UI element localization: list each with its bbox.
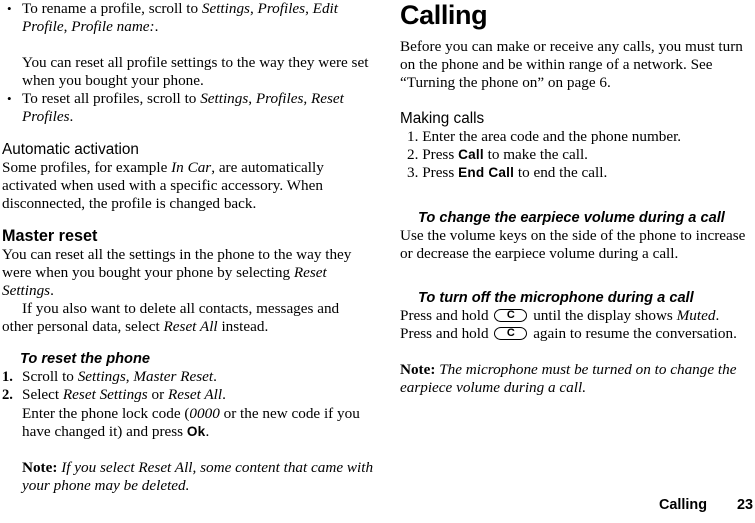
making-calls-steps: 1. Enter the area code and the phone num… <box>400 128 755 182</box>
manual-page: • To rename a profile, scroll to Setting… <box>0 0 755 523</box>
heading-turn-off-microphone: To turn off the microphone during a call <box>418 289 694 306</box>
step-continuation: Enter the phone lock code (0000 or the n… <box>22 404 360 440</box>
change-volume-paragraph: Use the volume keys on the side of the p… <box>400 226 746 262</box>
list-item: 1. Scroll to Settings, Master Reset. <box>2 368 374 386</box>
automatic-activation-paragraph: Some profiles, for example In Car, are a… <box>2 158 324 212</box>
softkey-label-ok: Ok <box>186 423 206 439</box>
clear-key-icon: C <box>494 308 528 322</box>
note-text: If you select Reset All, some content th… <box>22 458 374 494</box>
clear-key-icon: C <box>494 326 528 340</box>
calling-intro-paragraph: Before you can make or receive any calls… <box>400 38 743 92</box>
master-reset-paragraph-2: If you also want to delete all contacts,… <box>2 300 340 336</box>
heading-master-reset: Master reset <box>2 226 98 245</box>
profile-reset-paragraph: You can reset all profile settings to th… <box>22 54 369 90</box>
list-item: 3. Press End Call to end the call. <box>400 164 755 182</box>
list-item: 2. Press Call to make the call. <box>400 146 755 164</box>
left-column: • To rename a profile, scroll to Setting… <box>2 0 374 495</box>
clear-key-glyph: C <box>506 308 515 321</box>
list-item: 2. Select Reset Settings or Reset All. <box>2 386 374 404</box>
right-column: Calling Before you can make or receive a… <box>400 0 755 397</box>
note-block: Note: If you select Reset All, some cont… <box>2 459 374 495</box>
list-item-text: Enter the area code and the phone number… <box>422 128 682 146</box>
footer-page-number: 23 <box>736 497 753 513</box>
list-item-text: Press End Call to end the call. <box>422 164 608 182</box>
heading-to-reset-the-phone: To reset the phone <box>20 351 151 368</box>
bullet-marker: • <box>7 1 12 16</box>
list-item-text: Press Call to make the call. <box>422 146 588 164</box>
note-block: Note: The microphone must be turned on t… <box>400 361 755 397</box>
list-item-text: Scroll to Settings, Master Reset. <box>22 368 217 386</box>
footer-chapter-name: Calling <box>659 497 707 513</box>
note-text: The microphone must be turned on to chan… <box>400 360 737 397</box>
heading-making-calls: Making calls <box>400 110 485 128</box>
note-label: Note: <box>400 360 436 378</box>
step-number: 3. <box>407 164 419 182</box>
note-label: Note: <box>22 458 58 476</box>
heading-automatic-activation: Automatic activation <box>2 140 139 158</box>
step-number: 1. <box>407 128 419 146</box>
heading-change-earpiece-volume: To change the earpiece volume during a c… <box>418 209 725 226</box>
list-item-text: Select Reset Settings or Reset All. <box>22 386 226 404</box>
master-reset-paragraph: You can reset all the settings in the ph… <box>2 245 352 300</box>
step-number: 1. <box>2 369 13 386</box>
step-number: 2. <box>2 387 13 404</box>
reset-phone-steps: 1. Scroll to Settings, Master Reset. 2. … <box>2 368 374 440</box>
list-item: • To rename a profile, scroll to Setting… <box>2 0 374 36</box>
softkey-label-call: Call <box>458 147 484 163</box>
clear-key-glyph: C <box>506 326 515 339</box>
page-footer: Calling 23 <box>0 495 755 515</box>
softkey-label-end-call: End Call <box>458 165 515 181</box>
mute-mic-line-2: Press and hold C again to resume the con… <box>400 324 737 342</box>
list-item-text: To reset all profiles, scroll to Setting… <box>22 90 344 126</box>
list-item: 1. Enter the area code and the phone num… <box>400 128 755 146</box>
bullet-marker: • <box>7 91 12 107</box>
step-number: 2. <box>407 146 419 164</box>
list-item-text: To rename a profile, scroll to Settings,… <box>22 0 338 36</box>
mute-mic-line-1: Press and hold C until the display shows… <box>400 306 720 324</box>
list-item: • To reset all profiles, scroll to Setti… <box>2 90 374 126</box>
page-title: Calling <box>400 0 488 30</box>
